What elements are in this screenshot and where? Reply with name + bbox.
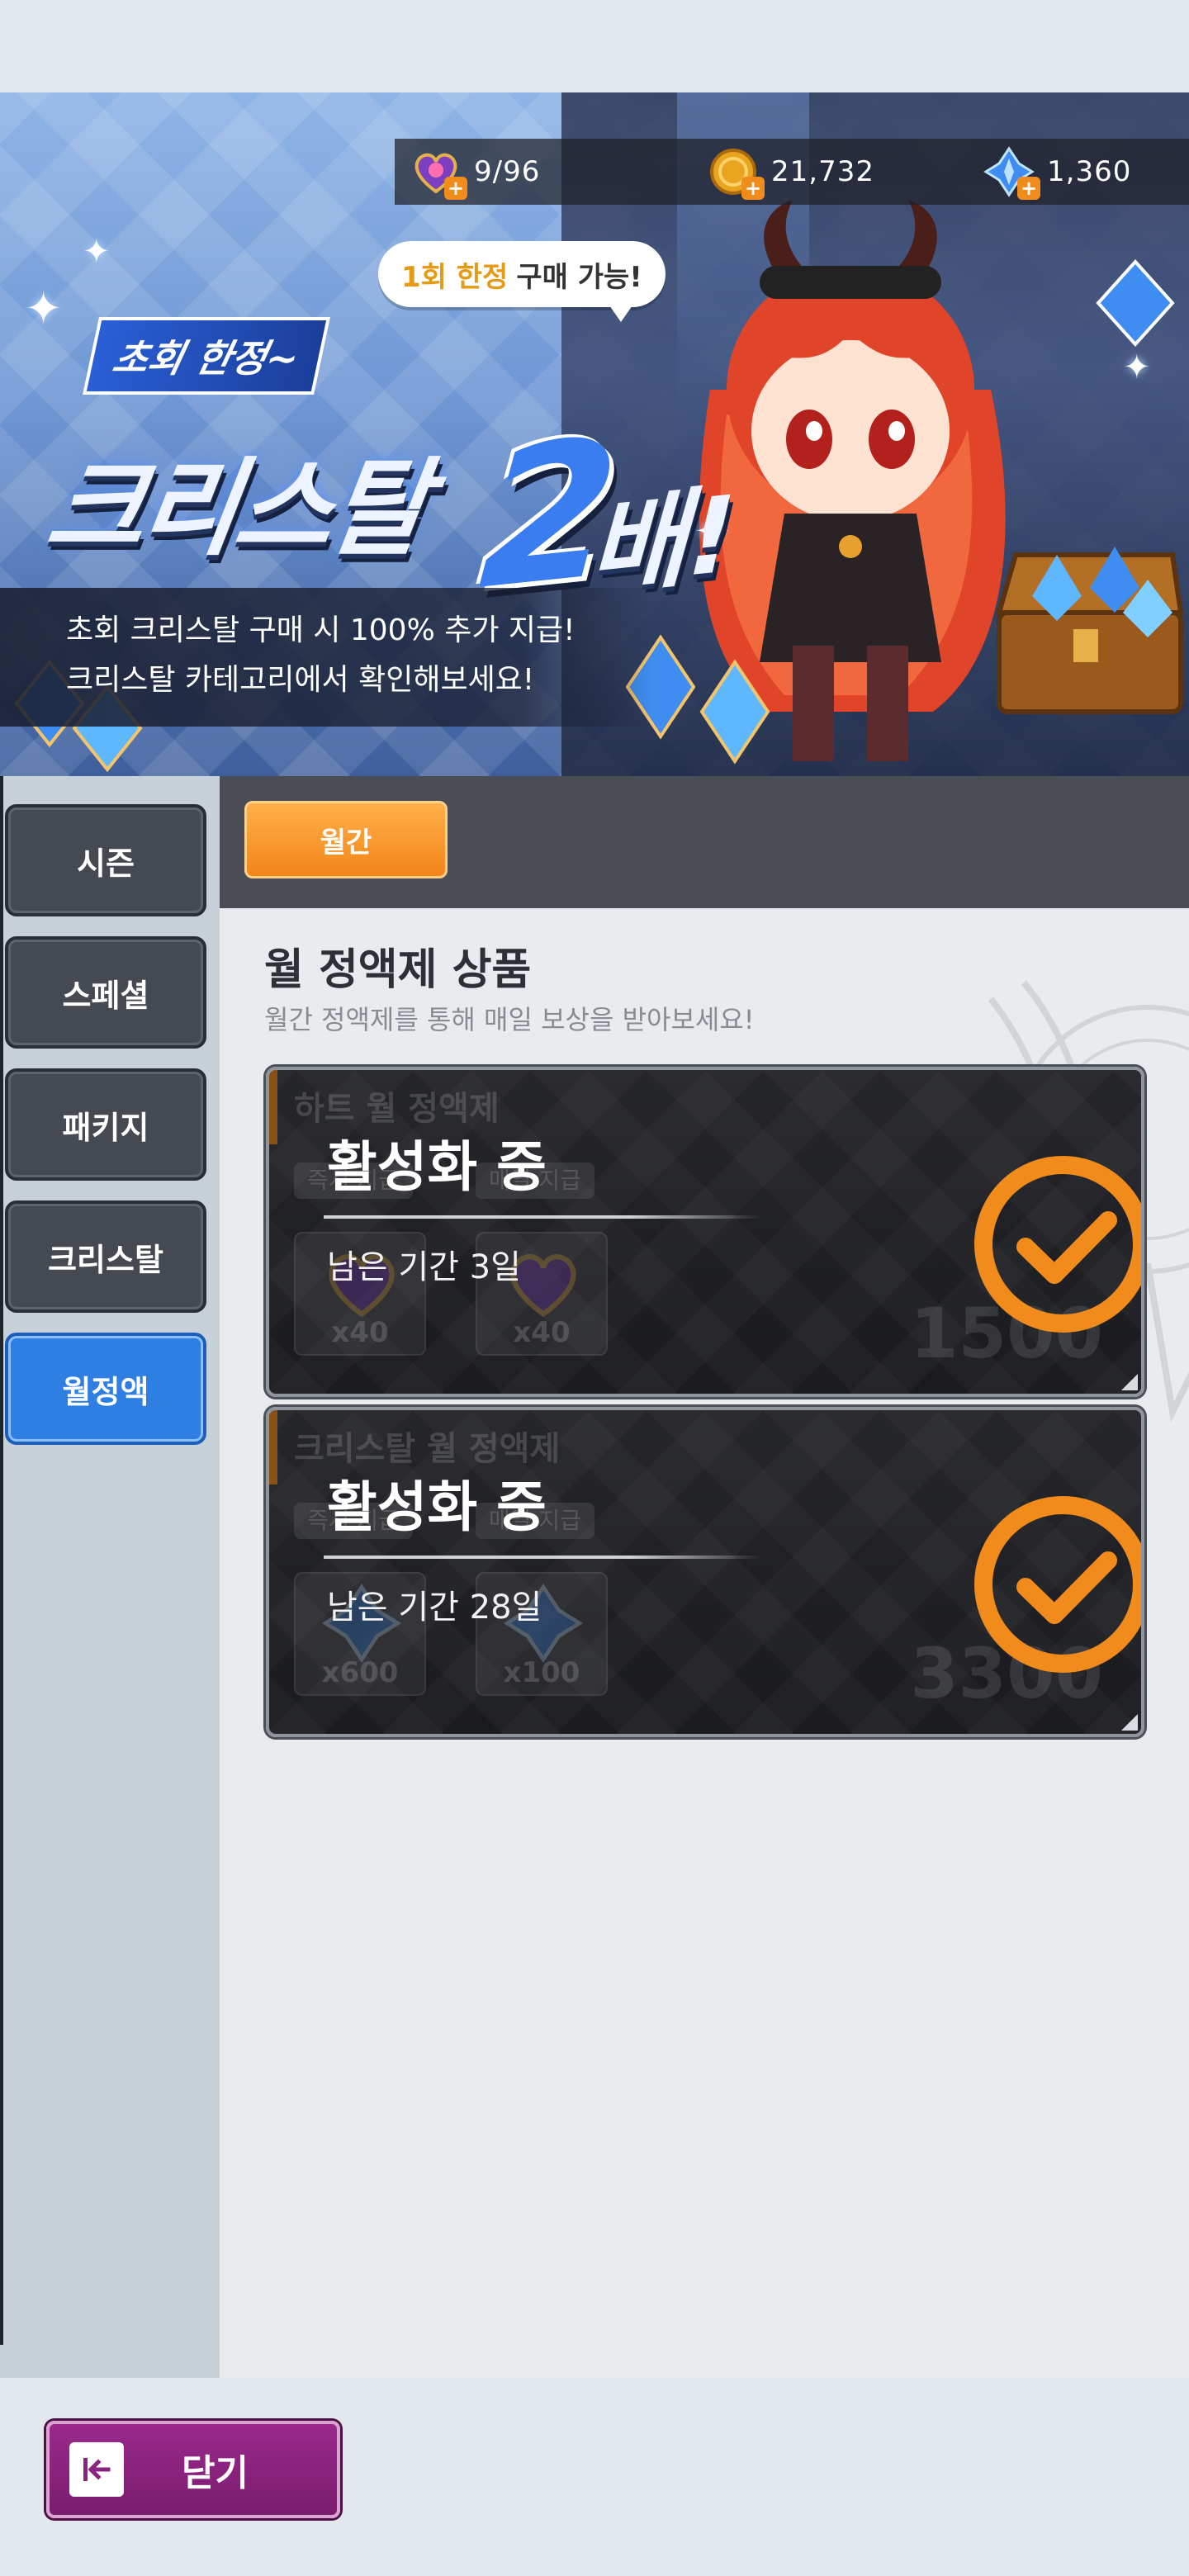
crystal-count: 1,360 bbox=[1047, 155, 1132, 188]
limit-highlight: 1회 한정 bbox=[401, 260, 509, 294]
status-divider bbox=[324, 1556, 761, 1559]
corner-mark bbox=[1121, 1374, 1138, 1390]
close-label: 닫기 bbox=[182, 2452, 249, 2494]
promo-tag: 초회 한정~ bbox=[83, 317, 330, 395]
crystal-decoration-icon bbox=[1096, 259, 1175, 347]
gold-coin-icon: + bbox=[707, 145, 765, 200]
limit-bubble: 1회 한정 구매 가능! bbox=[378, 241, 666, 322]
remaining-period: 남은 기간 3일 bbox=[327, 1248, 521, 1286]
close-button[interactable]: 닫기 bbox=[46, 2421, 340, 2518]
product-card-heart[interactable]: 하트 월 정액제 즉시 지급 매일 지급 x40 x40 1500 활성화 중 … bbox=[266, 1067, 1144, 1397]
sidebar-item-package[interactable]: 패키지 bbox=[5, 1068, 206, 1181]
gold-count: 21,732 bbox=[771, 155, 874, 188]
checkmark-icon bbox=[974, 1496, 1141, 1673]
corner-mark bbox=[1121, 1714, 1138, 1731]
heart-potion-icon: + bbox=[410, 145, 467, 200]
status-title: 활성화 중 bbox=[327, 1475, 547, 1539]
promo-desc-line: 크리스탈 카테고리에서 확인해보세요! bbox=[66, 663, 535, 697]
hearts-count: 9/96 bbox=[474, 155, 541, 188]
section-title: 월 정액제 상품 bbox=[264, 945, 532, 995]
currency-bar: + 9/96 + 21,732 + 1,360 bbox=[395, 139, 1189, 205]
currency-gold[interactable]: + 21,732 bbox=[707, 139, 874, 205]
remaining-period: 남은 기간 28일 bbox=[327, 1589, 542, 1627]
section-subtitle: 월간 정액제를 통해 매일 보상을 받아보세요! bbox=[264, 1004, 755, 1035]
checkmark-icon bbox=[974, 1156, 1141, 1333]
sidebar-item-special[interactable]: 스페셜 bbox=[5, 936, 206, 1049]
sidebar-item-monthly[interactable]: 월정액 bbox=[5, 1333, 206, 1445]
bottom-bar: 닫기 bbox=[0, 2378, 1189, 2576]
promo-desc-line: 초회 크리스탈 구매 시 100% 추가 지급! bbox=[66, 613, 576, 647]
promo-title: 크리스탈 bbox=[39, 447, 433, 571]
add-hearts-button[interactable]: + bbox=[444, 177, 467, 200]
tab-bar: 월간 bbox=[220, 776, 1189, 908]
currency-crystal[interactable]: + 1,360 bbox=[983, 139, 1131, 205]
add-gold-button[interactable]: + bbox=[741, 177, 765, 200]
exit-arrow-icon bbox=[69, 2442, 124, 2497]
sidebar-item-crystal[interactable]: 크리스탈 bbox=[5, 1200, 206, 1313]
product-card-crystal[interactable]: 크리스탈 월 정액제 즉시 지급 매일 지급 x600 x100 3300 활성… bbox=[266, 1407, 1144, 1737]
sparkle-icon: ✦ bbox=[83, 233, 111, 271]
sparkle-icon: ✦ bbox=[25, 282, 63, 334]
add-crystal-button[interactable]: + bbox=[1017, 177, 1040, 200]
sidebar-item-season[interactable]: 시즌 bbox=[5, 804, 206, 916]
category-sidebar: 시즌 스페셜 패키지 크리스탈 월정액 bbox=[0, 776, 220, 2378]
treasure-chest-icon bbox=[996, 547, 1184, 714]
product-list-panel: 월 정액제 상품 월간 정액제를 통해 매일 보상을 받아보세요! 하트 월 정… bbox=[220, 908, 1189, 2378]
promo-description: 초회 크리스탈 구매 시 100% 추가 지급! 크리스탈 카테고리에서 확인해… bbox=[0, 588, 652, 727]
tab-monthly[interactable]: 월간 bbox=[244, 801, 448, 878]
limit-text: 구매 가능! bbox=[516, 260, 642, 294]
sparkle-icon: ✦ bbox=[1123, 348, 1151, 386]
status-title: 활성화 중 bbox=[327, 1135, 547, 1199]
promo-banner[interactable]: ✦ ✦ ✦ ✦ + 9/96 + 21,732 + 1,360 1회 한정 구매… bbox=[0, 92, 1189, 776]
status-divider bbox=[324, 1215, 761, 1219]
currency-hearts[interactable]: + 9/96 bbox=[410, 139, 540, 205]
crystal-icon: + bbox=[983, 145, 1040, 200]
